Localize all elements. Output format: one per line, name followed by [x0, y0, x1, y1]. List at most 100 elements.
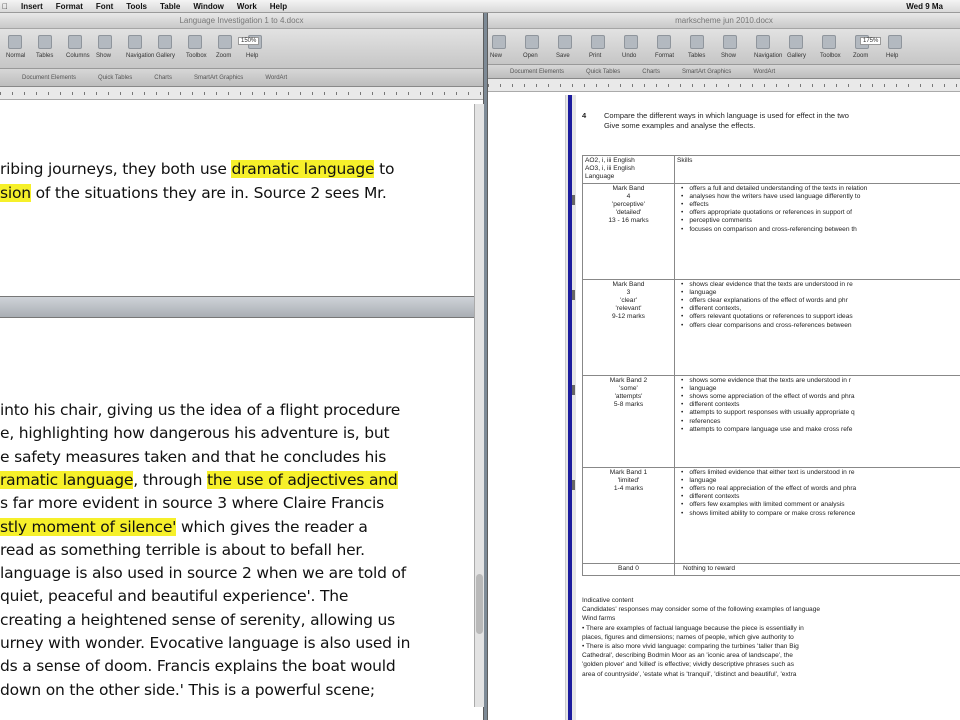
toolbar-gallery-icon[interactable]	[158, 35, 172, 49]
toolbar-new-icon[interactable]	[492, 35, 506, 49]
essay-text: into his chair, giving us the idea of a …	[0, 401, 401, 419]
toolbar-zoom-label: Zoom	[216, 53, 232, 59]
question-line: Give some examples and analyse the effec…	[604, 121, 756, 130]
toolbar-format-label: Format	[655, 53, 675, 59]
toolbar-show-label: Show	[721, 53, 737, 59]
skill-item: different contexts	[677, 401, 959, 409]
toolbar-undo-icon[interactable]	[624, 35, 638, 49]
skills-cell: shows some evidence that the texts are u…	[674, 374, 960, 468]
toolbar-toolbox-label: Toolbox	[820, 53, 841, 59]
skill-item: analyses how the writers have used langu…	[677, 193, 959, 201]
essay-line: ds a sense of doom. Francis explains the…	[0, 657, 396, 675]
toolbar-columns-icon[interactable]	[68, 35, 82, 49]
toolbar-help-icon[interactable]	[888, 35, 902, 49]
essay-bottom-pane[interactable]: into his chair, giving us the idea of a …	[0, 318, 474, 707]
ribbon-tab-1[interactable]: Quick Tables	[98, 75, 132, 81]
skill-item: shows limited ability to compare or make…	[677, 510, 959, 518]
ribbon-tab-3[interactable]: SmartArt Graphics	[194, 75, 243, 81]
mark-band-cell: Mark Band 4'perceptive''detailed' 13 - 16 …	[582, 182, 675, 280]
essay-line: into his chair, giving us the idea of a …	[0, 401, 400, 419]
toolbar-show-icon[interactable]	[98, 35, 112, 49]
menu-item-tools[interactable]: Tools	[126, 2, 147, 11]
toolbar-help-label: Help	[886, 53, 899, 59]
table-row: Mark Band 4'perceptive''detailed' 13 - 16 …	[582, 182, 960, 280]
essay-text: read as something terrible is about to b…	[0, 540, 365, 559]
menu-item-font[interactable]: Font	[96, 2, 113, 11]
toolbar-print-label: Print	[589, 53, 602, 59]
skill-item: language	[677, 289, 959, 297]
toolbar-print-icon[interactable]	[591, 35, 605, 49]
section-marker	[572, 480, 575, 490]
table-row: Mark Band3'clear''relevant'9-12 markssho…	[582, 278, 960, 376]
essay-line: language is also used in source 2 when w…	[0, 564, 406, 582]
ribbon-tab-3[interactable]: SmartArt Graphics	[682, 69, 731, 75]
right-ruler[interactable]	[488, 79, 960, 92]
scroll-thumb[interactable]	[476, 574, 483, 634]
toolbar-normal-icon[interactable]	[8, 35, 22, 49]
skills-cell: Nothing to reward	[674, 562, 960, 576]
essay-top-pane[interactable]: ribing journeys, they both use dramatic …	[0, 104, 474, 296]
skills-list: offers limited evidence that either text…	[677, 469, 959, 518]
menu-item-help[interactable]: Help	[270, 2, 287, 11]
skill-item: offers limited evidence that either text…	[677, 469, 959, 477]
ribbon-tab-0[interactable]: Document Elements	[22, 75, 76, 81]
toolbar-navigation-icon[interactable]	[128, 35, 142, 49]
toolbar-tables-icon[interactable]	[690, 35, 704, 49]
toolbar-zoom-icon[interactable]	[218, 35, 232, 49]
menu-item-insert[interactable]: Insert	[21, 2, 43, 11]
toolbar-save-icon[interactable]	[558, 35, 572, 49]
question-line: Compare the different ways in which lang…	[604, 111, 849, 120]
skill-item: offers few examples with limited comment…	[677, 501, 959, 509]
menu-clock[interactable]: Wed 9 Ma	[906, 2, 943, 11]
toolbar-show-icon[interactable]	[723, 35, 737, 49]
essay-line: e safety measures taken and that he conc…	[0, 448, 386, 466]
ribbon-tab-4[interactable]: WordArt	[265, 75, 287, 81]
skills-list: shows clear evidence that the texts are …	[677, 281, 959, 330]
indicative-line: Indicative content	[582, 597, 634, 604]
ribbon-tab-2[interactable]: Charts	[154, 75, 172, 81]
menu-item-work[interactable]: Work	[237, 2, 257, 11]
toolbar-navigation-icon[interactable]	[756, 35, 770, 49]
apple-icon[interactable]: 	[2, 2, 8, 11]
skill-item: offers relevant quotations or references…	[677, 313, 959, 321]
toolbar-navigation-label: Navigation	[126, 53, 155, 59]
markscheme-paper[interactable]: 4 Compare the different ways in which la…	[576, 95, 960, 720]
indicative-line: 'golden plover' and 'killed' is effectiv…	[582, 661, 794, 669]
skill-item: offers appropriate quotations or referen…	[677, 209, 959, 217]
zoom-value[interactable]: 150%	[238, 37, 260, 45]
menu-item-table[interactable]: Table	[160, 2, 180, 11]
zoom-value[interactable]: 175%	[860, 37, 882, 45]
left-vertical-scrollbar[interactable]	[474, 104, 484, 707]
ribbon-tab-0[interactable]: Document Elements	[510, 69, 564, 75]
band-label-line: 'limited'	[617, 476, 640, 484]
toolbar-zoom-label: Zoom	[853, 53, 869, 59]
toolbar-normal-label: Normal	[6, 53, 26, 59]
toolbar-toolbox-icon[interactable]	[188, 35, 202, 49]
toolbar-gallery-label: Gallery	[156, 53, 176, 59]
ribbon-tab-1[interactable]: Quick Tables	[586, 69, 620, 75]
menu-bar:  Insert Format Font Tools Table Window Work He…	[0, 0, 960, 13]
menu-item-window[interactable]: Window	[193, 2, 224, 11]
split-view-divider[interactable]	[0, 296, 474, 318]
toolbar-gallery-icon[interactable]	[789, 35, 803, 49]
left-ruler[interactable]	[0, 87, 483, 100]
menu-item-format[interactable]: Format	[56, 2, 83, 11]
essay-line: urney with wonder. Evocative language is…	[0, 634, 410, 652]
toolbar-toolbox-icon[interactable]	[822, 35, 836, 49]
ribbon-tab-4[interactable]: WordArt	[753, 69, 775, 75]
skill-item: offers a full and detailed understanding…	[677, 185, 959, 193]
skill-item: focuses on comparison and cross-referenc…	[677, 226, 959, 234]
toolbar-open-icon[interactable]	[525, 35, 539, 49]
mark-band-cell: Mark Band 3'clear''relevant' 9-12 marks	[582, 278, 675, 376]
header-skills: Skills	[674, 155, 960, 184]
skill-item: Nothing to reward	[683, 564, 736, 572]
ribbon-tab-2[interactable]: Charts	[642, 69, 660, 75]
skill-item: shows some appreciation of the effect of…	[677, 393, 959, 401]
essay-text: e safety measures taken and that he conc…	[0, 447, 387, 466]
skill-item: different contexts,	[677, 305, 959, 313]
mark-band-cell: Mark Band 2'some''attempts' 5-8 marks	[582, 374, 675, 468]
band-label-line: 13 - 16 marks	[608, 217, 649, 225]
toolbar-tables-icon[interactable]	[38, 35, 52, 49]
toolbar-format-icon[interactable]	[657, 35, 671, 49]
right-toolbar: New Open Save Print Undo Format Tables Show Navi…	[488, 29, 960, 65]
